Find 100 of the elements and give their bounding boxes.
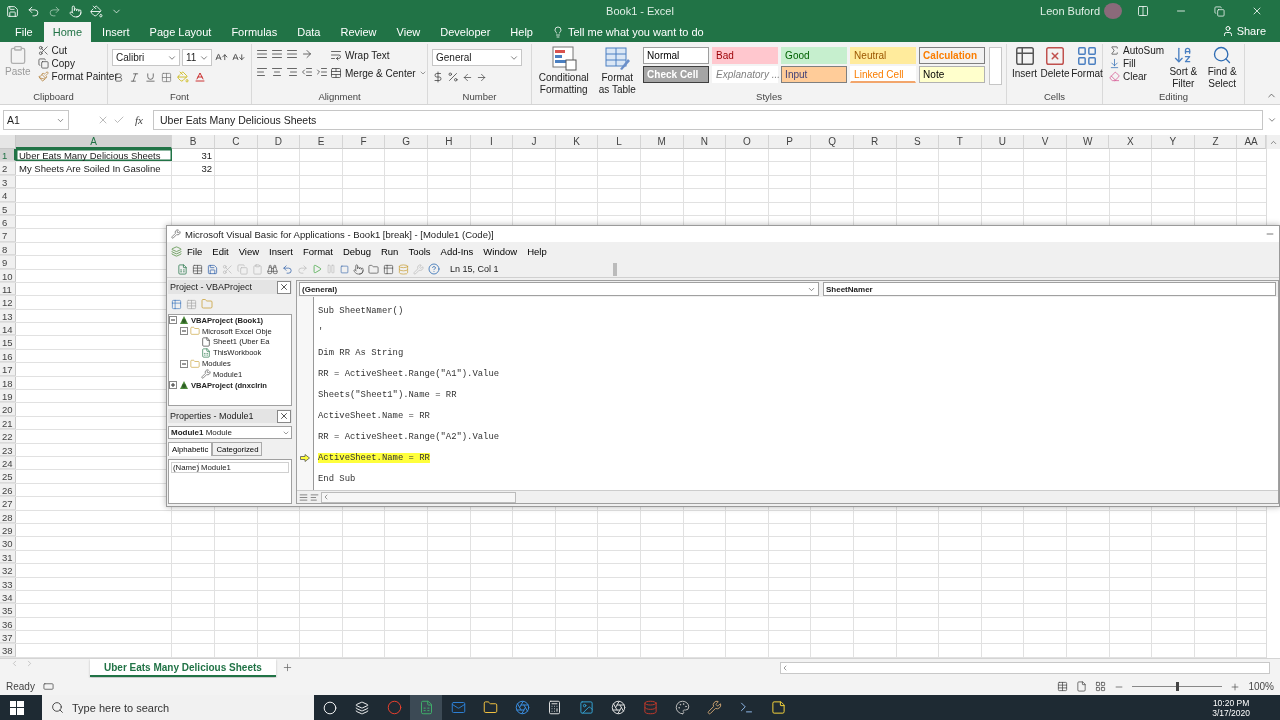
column-header[interactable]: M bbox=[640, 135, 684, 149]
row-header[interactable]: 38 bbox=[0, 644, 16, 657]
column-header[interactable]: X bbox=[1109, 135, 1153, 149]
column-header[interactable]: B bbox=[172, 135, 215, 149]
column-header[interactable]: C bbox=[215, 135, 258, 149]
row-header[interactable]: 37 bbox=[0, 631, 16, 644]
project-explorer-icon[interactable] bbox=[368, 263, 379, 275]
row-header[interactable]: 7 bbox=[0, 229, 16, 242]
menu-item[interactable]: Add-Ins bbox=[435, 246, 479, 257]
menu-item[interactable]: File bbox=[182, 246, 208, 257]
font-color-button[interactable] bbox=[193, 70, 207, 84]
page-layout-view-icon[interactable] bbox=[1076, 681, 1088, 692]
page-break-view-icon[interactable] bbox=[1095, 681, 1107, 692]
collapse-icon[interactable] bbox=[180, 359, 188, 368]
toggle-folders-icon[interactable] bbox=[201, 298, 213, 310]
column-header[interactable]: Z bbox=[1194, 135, 1238, 149]
conditional-formatting-button[interactable]: Conditional Formatting bbox=[536, 44, 592, 97]
clock[interactable]: 10:20 PM 3/17/2020 bbox=[1212, 697, 1280, 718]
clear-button[interactable]: Clear bbox=[1107, 70, 1149, 83]
collapse-icon[interactable] bbox=[169, 316, 177, 325]
column-header[interactable]: E bbox=[300, 135, 343, 149]
fill-button[interactable]: Fill bbox=[1107, 57, 1138, 70]
normal-view-icon[interactable] bbox=[1057, 681, 1069, 692]
column-header[interactable]: F bbox=[342, 135, 386, 149]
column-header[interactable]: W bbox=[1066, 135, 1110, 149]
add-sheet-icon[interactable] bbox=[281, 662, 293, 673]
cells-button[interactable]: Delete bbox=[1040, 44, 1070, 81]
column-header[interactable]: U bbox=[981, 135, 1025, 149]
menu-item[interactable]: Tools bbox=[403, 246, 436, 257]
start-icon[interactable] bbox=[10, 700, 24, 715]
ribbon-tab[interactable]: Developer bbox=[431, 22, 500, 42]
column-header[interactable]: A bbox=[16, 135, 172, 149]
sort-filter-button[interactable]: Sort & Filter bbox=[1166, 44, 1201, 91]
procedure-combo[interactable]: SheetNamer bbox=[823, 282, 1276, 296]
expand-icon[interactable] bbox=[169, 381, 177, 390]
zoom-in-icon[interactable] bbox=[1230, 681, 1241, 692]
fill-color-icon[interactable] bbox=[90, 4, 103, 18]
scroll-up-button[interactable] bbox=[1267, 135, 1280, 149]
column-header[interactable]: R bbox=[853, 135, 897, 149]
column-header[interactable]: V bbox=[1024, 135, 1067, 149]
cell-style[interactable]: Normal bbox=[643, 47, 710, 64]
procedure-view-icon[interactable] bbox=[299, 492, 308, 502]
cell-style[interactable]: Explanatory ... bbox=[712, 66, 779, 83]
close-button[interactable] bbox=[277, 280, 291, 294]
gallery-scrollbar[interactable] bbox=[989, 47, 1002, 85]
full-module-view-icon[interactable] bbox=[310, 492, 319, 502]
row-header[interactable]: 1 bbox=[0, 149, 16, 162]
cells-button[interactable]: Format bbox=[1072, 44, 1102, 81]
undo-icon[interactable] bbox=[27, 4, 40, 18]
close-button[interactable] bbox=[277, 409, 291, 423]
ribbon-tab[interactable]: Page Layout bbox=[140, 22, 221, 42]
find-select-button[interactable]: Find & Select bbox=[1204, 44, 1240, 91]
menu-item[interactable]: Run bbox=[375, 246, 404, 257]
row-header[interactable]: 12 bbox=[0, 296, 16, 309]
cell-style[interactable]: Good bbox=[781, 47, 848, 64]
menu-item[interactable]: View bbox=[233, 246, 265, 257]
run-icon[interactable] bbox=[312, 264, 322, 274]
menu-item[interactable]: Window bbox=[478, 246, 523, 257]
column-header[interactable]: H bbox=[427, 135, 471, 149]
sheet-cell[interactable]: 32 bbox=[172, 162, 215, 175]
column-header[interactable]: L bbox=[598, 135, 641, 149]
font-size-field[interactable]: 11 bbox=[182, 49, 212, 66]
row-header[interactable]: 30 bbox=[0, 537, 16, 550]
column-header[interactable]: T bbox=[939, 135, 982, 149]
format-as-table-button[interactable]: Format as Table bbox=[595, 44, 640, 97]
collapse-icon[interactable] bbox=[180, 327, 188, 336]
horizontal-scrollbar[interactable] bbox=[780, 662, 1270, 674]
row-header[interactable]: 35 bbox=[0, 604, 16, 617]
ribbon-tab[interactable]: Formulas bbox=[222, 22, 287, 42]
menu-item[interactable]: Format bbox=[297, 246, 338, 257]
ribbon-tab[interactable]: Review bbox=[331, 22, 386, 42]
column-header[interactable]: Y bbox=[1152, 135, 1195, 149]
row-header[interactable]: 4 bbox=[0, 189, 16, 202]
menu-item[interactable]: Insert bbox=[264, 246, 298, 257]
underline-button[interactable] bbox=[144, 70, 157, 84]
object-dropdown[interactable]: Module1 Module bbox=[168, 426, 292, 439]
find-icon[interactable] bbox=[267, 263, 278, 275]
ribbon-tab[interactable]: Help bbox=[501, 22, 542, 42]
row-header[interactable]: 9 bbox=[0, 256, 16, 269]
view-code-icon[interactable] bbox=[171, 298, 182, 310]
column-header[interactable]: N bbox=[683, 135, 727, 149]
row-header[interactable]: 15 bbox=[0, 336, 16, 349]
sheet-cell[interactable]: My Sheets Are Soiled In Gasoline bbox=[16, 162, 172, 175]
sheet-cell[interactable]: 31 bbox=[172, 149, 215, 162]
column-header[interactable]: J bbox=[513, 135, 556, 149]
row-header[interactable]: 19 bbox=[0, 390, 16, 403]
horizontal-scrollbar[interactable] bbox=[321, 491, 516, 503]
row-header[interactable]: 25 bbox=[0, 470, 16, 483]
ribbon-tab[interactable]: Data bbox=[288, 22, 330, 42]
column-header[interactable]: Q bbox=[811, 135, 854, 149]
row-header[interactable]: 20 bbox=[0, 403, 16, 416]
copy-button[interactable]: Copy bbox=[35, 57, 77, 70]
taskbar-search-field[interactable]: Type here to search bbox=[42, 695, 314, 720]
format-painter-button[interactable]: Format Painter bbox=[35, 70, 120, 83]
column-header[interactable]: AA bbox=[1237, 135, 1266, 149]
wrap-text-button[interactable]: Wrap Text bbox=[328, 48, 392, 62]
properties-window-icon[interactable] bbox=[383, 263, 394, 275]
cancel-icon[interactable] bbox=[97, 114, 109, 126]
row-header[interactable]: 14 bbox=[0, 323, 16, 336]
ribbon-tab[interactable]: File bbox=[6, 22, 42, 42]
